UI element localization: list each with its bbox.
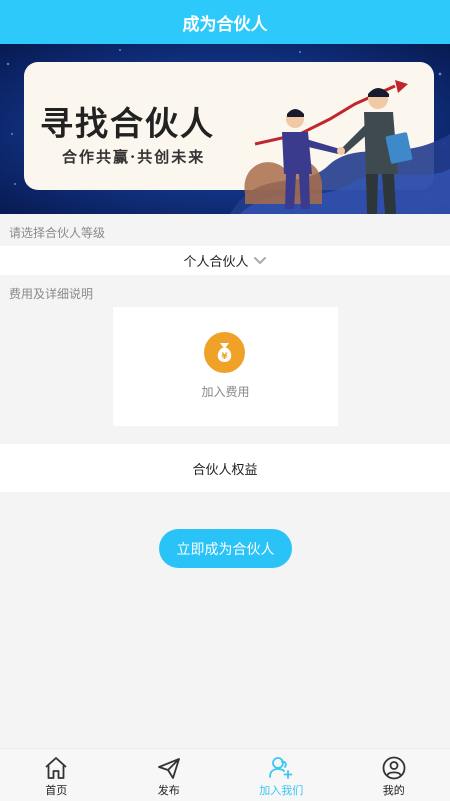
- join-icon: [268, 756, 294, 780]
- tab-home-label: 首页: [45, 782, 67, 798]
- money-bag-icon: ¥: [204, 332, 245, 373]
- level-section-label: 请选择合伙人等级: [9, 224, 105, 241]
- fee-card[interactable]: ¥ 加入费用: [113, 307, 338, 426]
- tab-publish[interactable]: 发布: [113, 749, 226, 801]
- svg-text:¥: ¥: [221, 352, 228, 362]
- chevron-down-icon: [253, 256, 267, 266]
- tab-mine-label: 我的: [383, 782, 405, 798]
- partner-level-select[interactable]: 个人合伙人: [0, 246, 450, 275]
- tab-join-us[interactable]: 加入我们: [225, 749, 338, 801]
- user-icon: [381, 756, 407, 780]
- page-title: 成为合伙人: [183, 10, 268, 35]
- page-header: 成为合伙人: [0, 0, 450, 44]
- send-icon: [156, 756, 182, 780]
- banner-subtitle: 合作共赢·共创未来: [62, 146, 205, 167]
- partner-benefits-row[interactable]: 合伙人权益: [0, 444, 450, 492]
- tab-publish-label: 发布: [158, 782, 180, 798]
- partner-level-value: 个人合伙人: [183, 251, 248, 270]
- tab-home[interactable]: 首页: [0, 749, 113, 801]
- fee-card-label: 加入费用: [113, 383, 338, 400]
- fee-section-label: 费用及详细说明: [9, 285, 93, 302]
- banner-title: 寻找合伙人: [40, 97, 215, 145]
- become-partner-button[interactable]: 立即成为合伙人: [159, 529, 292, 568]
- home-icon: [43, 756, 69, 780]
- tab-join-us-label: 加入我们: [259, 782, 303, 798]
- bottom-tab-bar: 首页 发布 加入我们 我的: [0, 748, 450, 801]
- banner-image: 寻找合伙人 合作共赢·共创未来: [0, 44, 450, 214]
- partner-benefits-label: 合伙人权益: [192, 459, 257, 478]
- tab-mine[interactable]: 我的: [338, 749, 450, 801]
